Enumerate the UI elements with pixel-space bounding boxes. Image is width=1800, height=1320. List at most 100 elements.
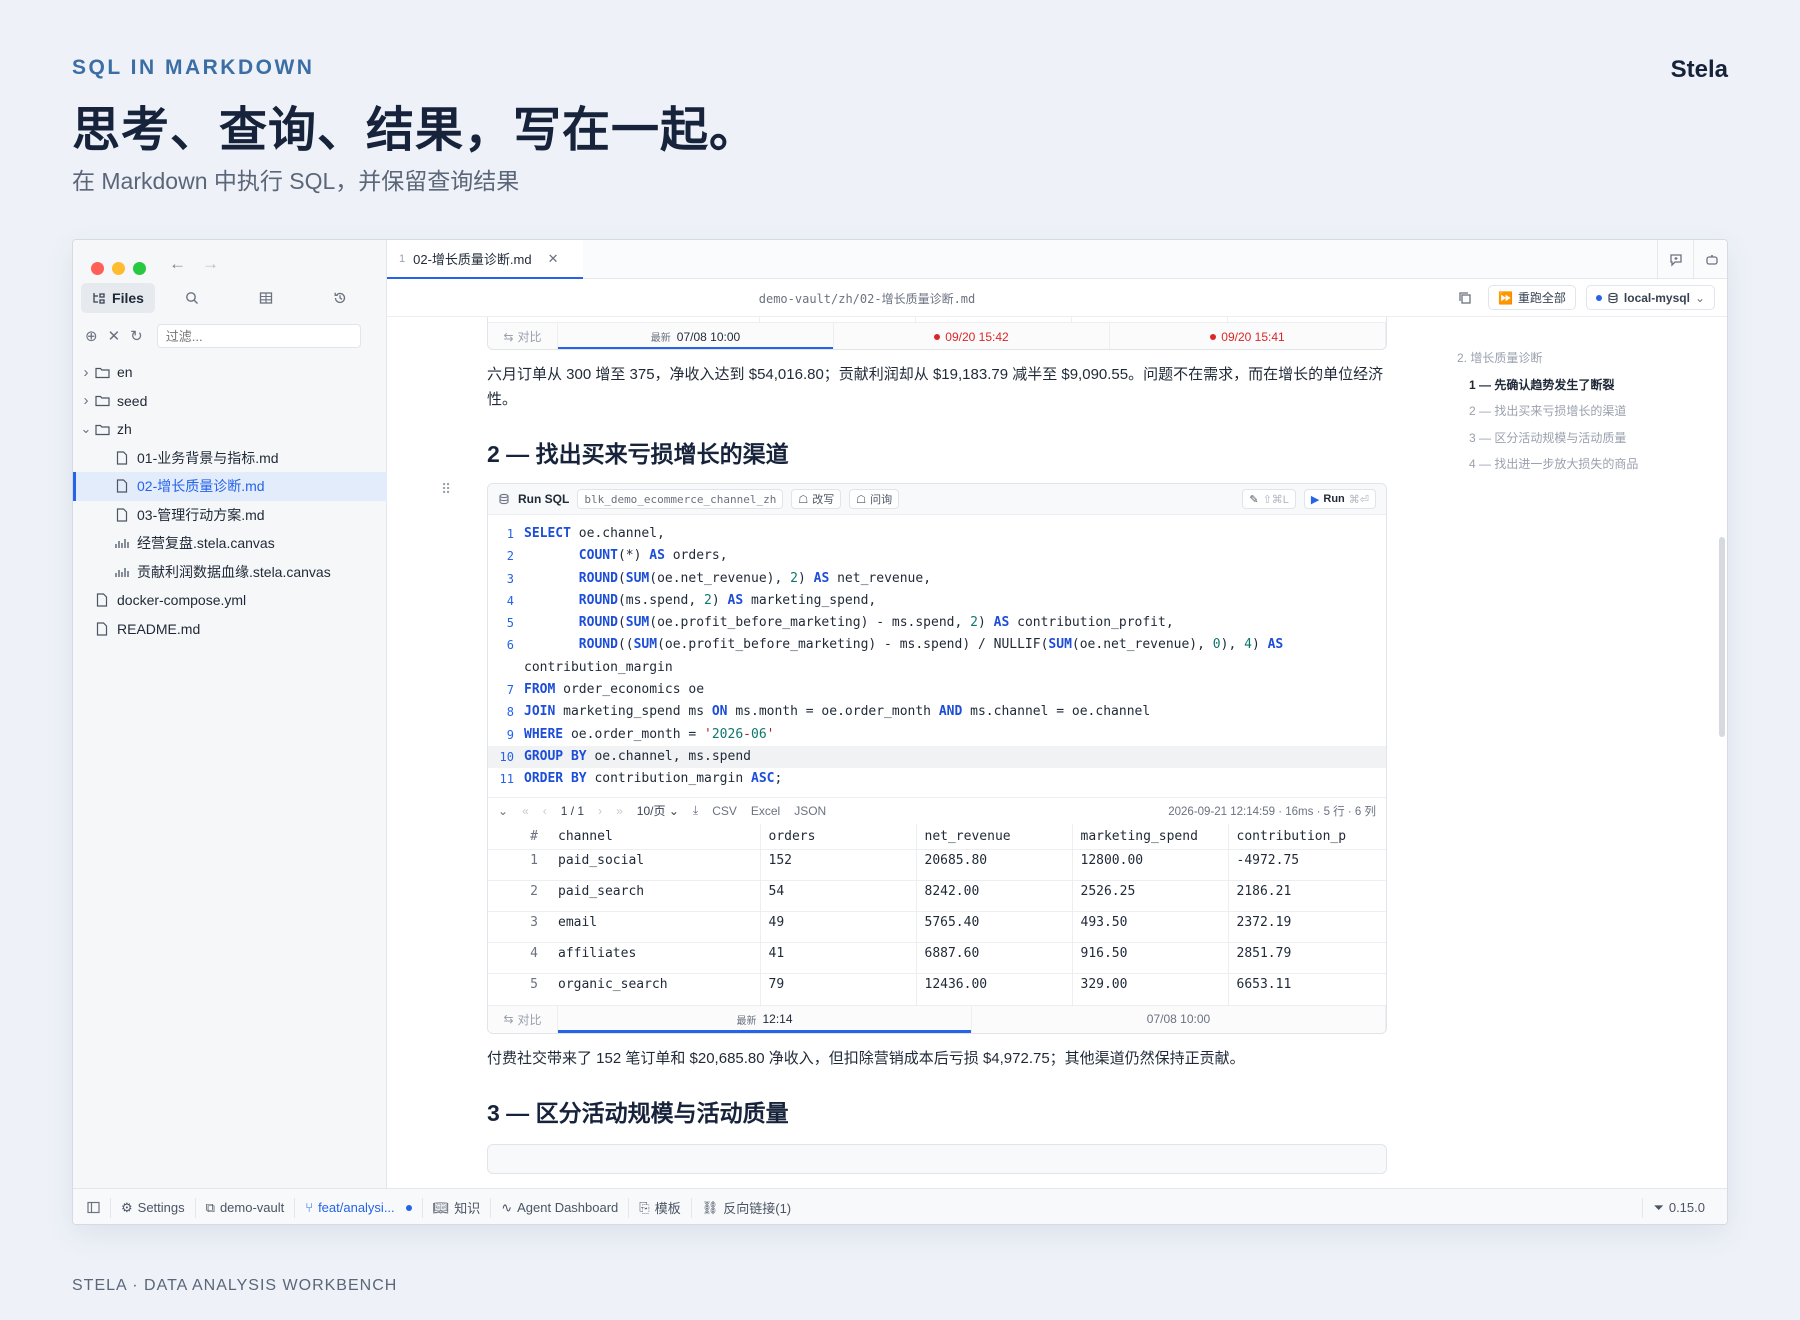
chevron-right-icon[interactable]: › xyxy=(79,392,93,409)
next-page-icon[interactable]: › xyxy=(598,804,602,818)
column-header[interactable]: contribution_p xyxy=(1228,824,1386,850)
table-cell[interactable]: affiliates xyxy=(550,942,761,974)
history-entry[interactable]: 最新 12:14 xyxy=(558,1005,972,1033)
block-id[interactable]: blk_demo_ecommerce_channel_zh xyxy=(577,489,784,509)
sql-editor[interactable]: 1 SELECT oe.channel, 2 COUNT(*) AS orders,… xyxy=(488,515,1386,797)
table-cell[interactable]: 5765.40 xyxy=(916,911,1073,943)
locate-file-icon[interactable]: ⊕ xyxy=(85,327,98,345)
toggle-sidebar-button[interactable] xyxy=(87,1198,110,1218)
tree-item[interactable]: › seed xyxy=(73,387,387,416)
table-cell[interactable]: 2186.21 xyxy=(1228,880,1386,912)
minimize-window-button[interactable] xyxy=(112,262,125,275)
table-cell[interactable]: 2 xyxy=(488,880,550,912)
column-header[interactable]: channel xyxy=(550,823,761,850)
table-cell[interactable]: 8242.00 xyxy=(916,880,1073,912)
export-excel-button[interactable]: Excel xyxy=(751,804,780,818)
table-cell[interactable]: 5 xyxy=(488,973,550,1005)
table-row[interactable]: 4 affiliates 41 6887.60 916.50 2851.79 xyxy=(488,942,1386,974)
column-header[interactable]: # xyxy=(488,824,550,850)
table-cell[interactable]: 12436.00 xyxy=(916,973,1073,1005)
rewrite-button[interactable]: ☖ 改写 xyxy=(791,489,842,509)
forward-arrow-icon[interactable]: → xyxy=(202,254,219,274)
table-cell[interactable]: organic_search xyxy=(550,973,761,1005)
bot-icon[interactable] xyxy=(1693,240,1727,279)
chevron-down-icon[interactable]: ⌄ xyxy=(79,421,93,437)
backlinks-button[interactable]: ⛓ 反向链接(1) xyxy=(690,1197,801,1218)
branch-button[interactable]: ⑂ feat/analysi... xyxy=(294,1197,421,1218)
table-cell[interactable]: 916.50 xyxy=(1072,942,1229,974)
tab-history[interactable] xyxy=(303,283,377,313)
compare-button[interactable]: ⇆ 对比 xyxy=(488,1005,558,1033)
copy-icon[interactable] xyxy=(1452,285,1478,310)
history-entry[interactable]: 09/20 15:41 xyxy=(1110,323,1386,349)
collapse-result-icon[interactable]: ⌄ xyxy=(498,804,508,818)
compare-button[interactable]: ⇆ 对比 xyxy=(488,323,558,349)
table-cell[interactable]: 3 xyxy=(488,911,550,943)
table-cell[interactable]: 12800.00 xyxy=(1072,849,1229,881)
table-cell[interactable]: 152 xyxy=(760,849,917,881)
table-cell[interactable]: 1 xyxy=(488,849,550,881)
tab-search[interactable] xyxy=(155,283,229,313)
history-entry[interactable]: 07/08 10:00 xyxy=(972,1005,1386,1033)
column-header[interactable]: net_revenue xyxy=(916,823,1073,850)
tree-item[interactable]: ⌄ zh xyxy=(73,415,387,444)
connection-select[interactable]: local-mysql ⌄ xyxy=(1585,285,1715,310)
outline-item[interactable]: 2 — 找出买来亏损增长的渠道 xyxy=(1457,398,1707,425)
table-cell[interactable]: 54 xyxy=(760,880,917,912)
prev-page-icon[interactable]: ‹ xyxy=(543,804,547,818)
agent-dashboard-button[interactable]: ∿ Agent Dashboard xyxy=(490,1197,628,1218)
ask-button[interactable]: ☖ 问询 xyxy=(849,489,900,509)
tree-item[interactable]: 经营复盘.stela.canvas xyxy=(73,529,387,558)
page-size-select[interactable]: 10/页 ⌄ xyxy=(637,802,679,819)
table-cell[interactable]: paid_search xyxy=(550,880,761,912)
tree-item[interactable]: 02-增长质量诊断.md xyxy=(73,472,387,501)
templates-button[interactable]: ⎘ 模板 xyxy=(628,1197,690,1218)
table-cell[interactable]: email xyxy=(550,911,761,943)
table-cell[interactable]: 41 xyxy=(760,942,917,974)
table-cell[interactable]: 20685.80 xyxy=(916,849,1073,881)
outline-item[interactable]: 3 — 区分活动规模与活动质量 xyxy=(1457,425,1707,452)
comment-icon[interactable] xyxy=(1657,240,1693,279)
table-cell[interactable]: 2851.79 xyxy=(1228,942,1386,974)
scrollbar[interactable] xyxy=(1719,537,1725,737)
tree-item[interactable]: README.md xyxy=(73,615,387,644)
table-cell[interactable]: -4972.75 xyxy=(1228,849,1386,881)
filter-input[interactable] xyxy=(156,324,361,348)
tab-files[interactable]: Files xyxy=(81,283,155,313)
outline-item[interactable]: 1 — 先确认趋势发生了断裂 xyxy=(1457,372,1707,399)
table-cell[interactable]: paid_social xyxy=(550,849,761,881)
table-row[interactable]: 3 email 49 5765.40 493.50 2372.19 xyxy=(488,911,1386,943)
format-button[interactable]: ✎ ⇧⌘L xyxy=(1242,489,1296,509)
close-window-button[interactable] xyxy=(91,262,104,275)
history-entry[interactable]: 最新 07/08 10:00 xyxy=(558,323,834,349)
table-cell[interactable]: 493.50 xyxy=(1072,911,1229,943)
tab-tables[interactable] xyxy=(229,283,303,313)
collapse-all-icon[interactable]: ✕ xyxy=(108,327,121,345)
table-row[interactable]: 2 paid_search 54 8242.00 2526.25 2186.21 xyxy=(488,880,1386,912)
first-page-icon[interactable]: « xyxy=(522,804,529,818)
table-cell[interactable]: 79 xyxy=(760,973,917,1005)
table-row[interactable]: 1 paid_social 152 20685.80 12800.00 -4972.75 xyxy=(488,849,1386,881)
last-page-icon[interactable]: » xyxy=(616,804,623,818)
table-row[interactable]: 5 organic_search 79 12436.00 329.00 6653.11 xyxy=(488,973,1386,1005)
rerun-all-button[interactable]: ⏩ 重跑全部 xyxy=(1487,285,1576,310)
drag-handle-icon[interactable]: ⠿ xyxy=(441,481,451,498)
tree-item[interactable]: 03-管理行动方案.md xyxy=(73,501,387,530)
vault-button[interactable]: ⧉ demo-vault xyxy=(194,1197,295,1218)
tree-item[interactable]: 01-业务背景与指标.md xyxy=(73,444,387,473)
back-arrow-icon[interactable]: ← xyxy=(169,254,186,274)
table-cell[interactable]: 2526.25 xyxy=(1072,880,1229,912)
table-cell[interactable]: 4 xyxy=(488,942,550,974)
tab-document[interactable]: 1 02-增长质量诊断.md ✕ xyxy=(387,240,583,279)
table-cell[interactable]: 49 xyxy=(760,911,917,943)
run-button[interactable]: ▶ Run ⌘⏎ xyxy=(1303,489,1376,509)
column-header[interactable]: orders xyxy=(760,823,917,850)
column-header[interactable]: marketing_spend xyxy=(1072,823,1229,850)
history-entry[interactable]: 09/20 15:42 xyxy=(834,323,1110,349)
chevron-right-icon[interactable]: › xyxy=(79,364,93,381)
close-tab-icon[interactable]: ✕ xyxy=(548,251,559,267)
settings-button[interactable]: ⚙ Settings xyxy=(110,1197,195,1218)
table-cell[interactable]: 6653.11 xyxy=(1228,973,1386,1005)
refresh-icon[interactable]: ↻ xyxy=(130,327,143,345)
zoom-window-button[interactable] xyxy=(133,262,146,275)
